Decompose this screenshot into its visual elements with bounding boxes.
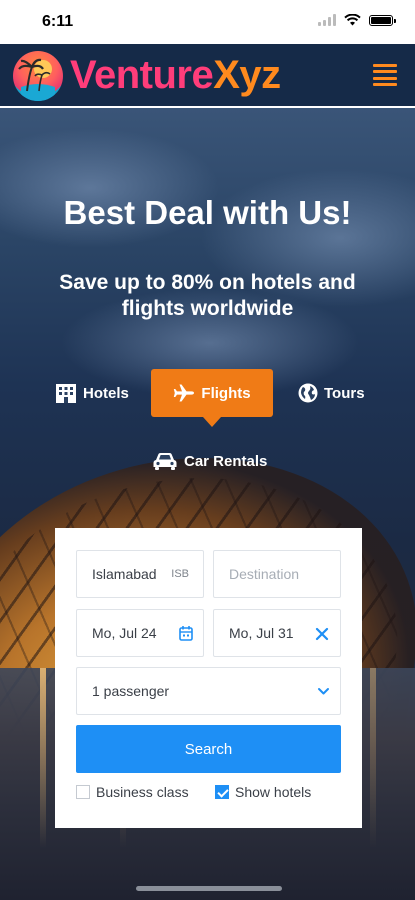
hotel-icon [56, 384, 76, 403]
return-date-field[interactable]: Mo, Jul 31 [213, 609, 341, 657]
show-hotels-label: Show hotels [235, 784, 312, 800]
origin-value: Islamabad [92, 566, 157, 582]
tab-flights[interactable]: Flights [151, 369, 273, 427]
tab-car-rentals-label: Car Rentals [184, 452, 268, 470]
hamburger-menu-icon[interactable] [373, 64, 397, 86]
depart-date-value: Mo, Jul 24 [92, 625, 157, 641]
tab-tours-label: Tours [324, 384, 365, 402]
wifi-icon [344, 14, 361, 26]
return-date-value: Mo, Jul 31 [229, 625, 294, 641]
car-icon [153, 453, 177, 470]
tab-hotels-label: Hotels [83, 384, 129, 402]
tab-hotels[interactable]: Hotels [55, 383, 129, 403]
logo-icon[interactable] [13, 51, 63, 101]
top-navbar: VentureXyz [0, 44, 415, 108]
search-button[interactable]: Search [76, 725, 341, 773]
business-class-option[interactable]: Business class [76, 784, 189, 800]
business-class-checkbox[interactable] [76, 785, 90, 799]
home-indicator [136, 886, 282, 891]
destination-placeholder: Destination [229, 566, 300, 582]
search-card: Islamabad ISB Destination Mo, Jul 24 Mo,… [55, 528, 362, 828]
globe-icon [298, 383, 318, 403]
business-class-label: Business class [96, 784, 189, 800]
show-hotels-option[interactable]: Show hotels [215, 784, 311, 800]
passengers-select[interactable]: 1 passenger [76, 667, 341, 715]
status-bar: 6:11 [0, 0, 415, 44]
tab-tours[interactable]: Tours [298, 383, 365, 403]
origin-code: ISB [171, 568, 189, 580]
passengers-value: 1 passenger [92, 683, 170, 699]
hero-section: Best Deal with Us! Save up to 80% on hot… [0, 108, 415, 900]
calendar-icon[interactable] [179, 625, 193, 641]
hero-subtitle: Save up to 80% on hotels and flights wor… [59, 271, 356, 320]
show-hotels-checkbox[interactable] [215, 785, 229, 799]
status-icons [318, 14, 396, 26]
chevron-down-icon [318, 688, 329, 695]
brand-logo-text[interactable]: VentureXyz [70, 53, 281, 97]
clear-return-date-icon[interactable] [314, 626, 330, 642]
battery-icon [369, 14, 396, 26]
depart-date-field[interactable]: Mo, Jul 24 [76, 609, 204, 657]
brand-name-part2: Xyz [213, 53, 281, 97]
hero-title: Best Deal with Us! [63, 194, 352, 231]
status-time: 6:11 [42, 13, 74, 30]
tab-car-rentals[interactable]: Car Rentals [152, 451, 267, 471]
destination-field[interactable]: Destination [213, 550, 341, 598]
plane-icon [174, 384, 195, 402]
signal-icon [318, 14, 336, 26]
origin-field[interactable]: Islamabad ISB [76, 550, 204, 598]
brand-name-part1: Venture [70, 53, 214, 97]
tab-flights-label: Flights [201, 384, 251, 402]
